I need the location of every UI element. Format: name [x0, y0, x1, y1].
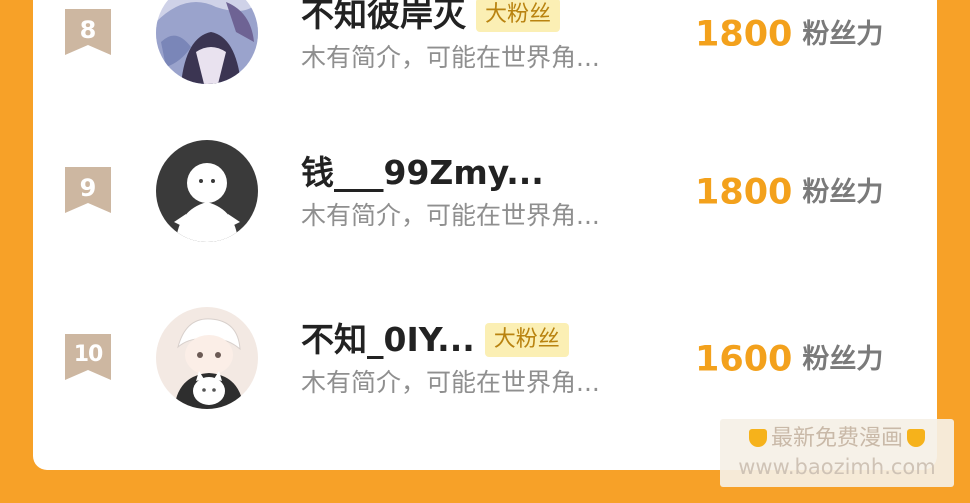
ranking-row[interactable]: 8 不知彼岸灭 大粉丝 木有简介，可能在世界角... 1800 粉丝力 — [33, 0, 937, 97]
avatar[interactable] — [156, 140, 258, 242]
user-intro: 木有简介，可能在世界角... — [301, 368, 600, 397]
avatar[interactable] — [156, 307, 258, 409]
rank-badge: 9 — [65, 167, 111, 213]
ranking-row[interactable]: 9 钱___99Zmy... 木有简介，可能在世界角... 1800 粉丝力 — [33, 125, 937, 255]
name-line: 不知彼岸灭 大粉丝 — [301, 0, 561, 37]
pointing-down-hand-icon — [748, 429, 767, 447]
fan-power-label: 粉丝力 — [802, 18, 884, 50]
default-ghost-avatar-icon — [156, 140, 258, 242]
site-watermark: 最新免费漫画 www.baozimh.com — [720, 419, 954, 487]
fan-power-value: 1800 — [695, 172, 793, 213]
rank-number: 8 — [79, 16, 97, 44]
watermark-url: www.baozimh.com — [738, 455, 936, 479]
fan-power: 1600 粉丝力 — [695, 338, 883, 381]
rank-number: 9 — [79, 174, 97, 202]
fan-ranking-card: 8 不知彼岸灭 大粉丝 木有简介，可能在世界角... 1800 粉丝力 9 钱_… — [33, 0, 937, 470]
fan-level-tag: 大粉丝 — [484, 323, 569, 357]
anime-boy-with-cat-avatar-icon — [156, 307, 258, 409]
avatar[interactable] — [156, 0, 258, 84]
user-name[interactable]: 不知_0IY... — [301, 320, 475, 359]
user-intro: 木有简介，可能在世界角... — [301, 43, 600, 72]
watermark-text: 最新免费漫画 — [770, 426, 903, 451]
rank-badge: 10 — [65, 334, 111, 380]
rank-badge: 8 — [65, 9, 111, 55]
name-line: 钱___99Zmy... — [301, 151, 544, 195]
fan-power: 1800 粉丝力 — [695, 171, 883, 214]
anime-girl-avatar-icon — [156, 0, 258, 84]
name-line: 不知_0IY... 大粉丝 — [301, 318, 569, 362]
fan-power-value: 1800 — [695, 14, 793, 55]
rank-number: 10 — [73, 342, 104, 367]
fan-level-tag: 大粉丝 — [476, 0, 561, 32]
fan-power: 1800 粉丝力 — [695, 13, 883, 56]
user-intro: 木有简介，可能在世界角... — [301, 201, 600, 230]
ranking-row[interactable]: 10 不知_0IY... 大粉丝 木有简介，可能在世界角... 1600 粉丝力 — [33, 292, 937, 422]
watermark-line-1: 最新免费漫画 — [720, 425, 954, 453]
user-name[interactable]: 钱___99Zmy... — [301, 153, 544, 192]
fan-power-label: 粉丝力 — [802, 176, 884, 208]
fan-power-label: 粉丝力 — [802, 343, 884, 375]
fan-power-value: 1600 — [695, 339, 793, 380]
user-name[interactable]: 不知彼岸灭 — [301, 0, 466, 34]
pointing-down-hand-icon — [907, 429, 925, 447]
